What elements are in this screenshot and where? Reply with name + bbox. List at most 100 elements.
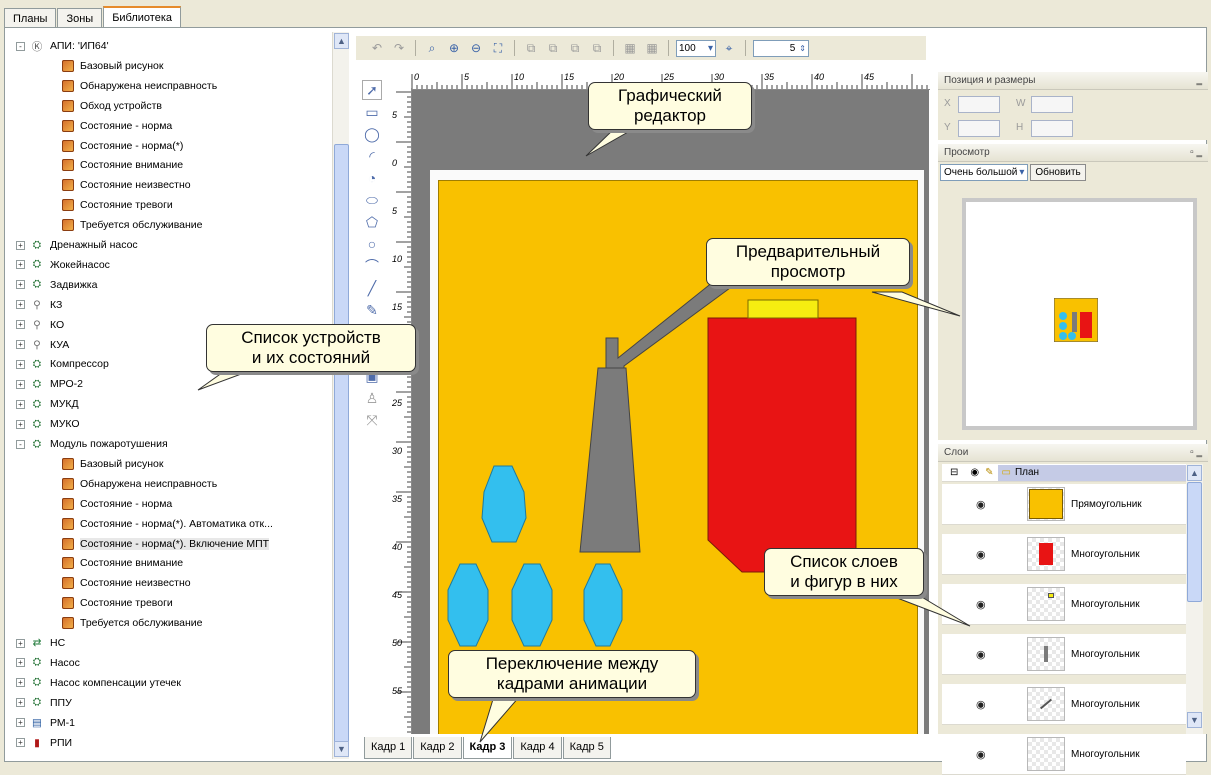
drop-shape[interactable] (481, 465, 527, 543)
preview-size-select[interactable]: Очень большой ▾ (940, 164, 1029, 181)
tree-state-item[interactable]: Состояние - норма(*). Включение МПТ (62, 534, 270, 554)
layer-group-header[interactable]: ▭ План (997, 464, 1186, 481)
x-field[interactable] (958, 96, 1000, 113)
tab-plans[interactable]: Планы (4, 8, 57, 28)
tree-device-item[interactable]: + ⛭ Насос (16, 653, 80, 673)
drawing-canvas[interactable] (412, 90, 929, 734)
zoom-out-icon[interactable]: ⊖ (467, 39, 485, 57)
expand-icon[interactable]: + (16, 300, 25, 310)
scroll-up-icon[interactable]: ▲ (1187, 465, 1202, 481)
tree-device-item[interactable]: + ⛭ Задвижка (16, 275, 97, 295)
line-tool-icon[interactable]: ╱ (362, 278, 382, 298)
tree-state-item[interactable]: Состояние неизвестно (62, 175, 191, 195)
expand-icon[interactable]: + (16, 718, 25, 728)
tree-state-item[interactable]: Состояние тревоги (62, 195, 173, 215)
collapse-group-icon[interactable]: ⊟ (950, 467, 958, 478)
tab-zones[interactable]: Зоны (57, 8, 103, 28)
frame-tab-3[interactable]: Кадр 3 (462, 737, 513, 759)
expand-icon[interactable]: + (16, 340, 25, 349)
nozzle-shape[interactable] (579, 367, 641, 553)
group-icon[interactable]: ▦ (621, 39, 639, 57)
drop-shape[interactable] (447, 563, 489, 647)
y-field[interactable] (958, 120, 1000, 137)
tree-device-item[interactable]: + ⛭ МУКД (16, 394, 79, 414)
arc-tool-icon[interactable]: ◜ (362, 146, 382, 166)
tree-state-item[interactable]: Состояние внимание (62, 155, 183, 175)
bring-forward-icon[interactable]: ⧉ (544, 39, 562, 57)
tree-state-item[interactable]: Обход устройств (62, 96, 162, 116)
layer-row[interactable]: ◉ Многоугольник (942, 584, 1186, 625)
tree-device-item[interactable]: + ⛭ Дренажный насос (16, 235, 138, 255)
expand-icon[interactable]: + (16, 419, 25, 429)
drop-shape[interactable] (511, 563, 553, 647)
eye-icon[interactable]: ◉ (976, 548, 986, 561)
redo-icon[interactable]: ↷ (390, 39, 408, 57)
pie-tool-icon[interactable]: ◔ (362, 168, 382, 188)
rectangle-tool-icon[interactable]: ▭ (362, 102, 382, 122)
tree-state-item[interactable]: Состояние - норма(*) (62, 136, 183, 156)
tree-scrollbar[interactable]: ▲ ▼ (332, 32, 349, 759)
layer-row[interactable]: ◉ Многоугольник (942, 634, 1186, 675)
tree-state-item[interactable]: Требуется обслуживание (62, 613, 203, 633)
scroll-down-icon[interactable]: ▼ (334, 741, 349, 757)
circle-tool-icon[interactable]: ○ (362, 234, 382, 254)
expand-icon[interactable]: + (16, 280, 25, 290)
pencil-icon[interactable]: ✎ (985, 467, 993, 478)
snap-icon[interactable]: ⌖ (720, 39, 738, 57)
eye-icon[interactable]: ◉ (976, 598, 986, 611)
frame-tab-5[interactable]: Кадр 5 (562, 737, 611, 759)
bring-front-icon[interactable]: ⧉ (522, 39, 540, 57)
cylinder-top-shape[interactable] (747, 299, 819, 319)
spin-arrows-icon[interactable]: ⇕ (799, 44, 806, 53)
tree-device-item[interactable]: + ⛭ МУКО (16, 414, 80, 434)
tree-state-item[interactable]: Состояние - норма (62, 494, 172, 514)
expand-icon[interactable]: + (16, 359, 25, 369)
tree-device-item[interactable]: + ⛭ Компрессор (16, 354, 109, 374)
expand-icon[interactable]: + (16, 678, 25, 688)
eye-icon[interactable]: ◉ (976, 748, 986, 761)
tree-device-item[interactable]: + ⛭ Жокейнасос (16, 255, 110, 275)
send-back-icon[interactable]: ⧉ (588, 39, 606, 57)
polyline-tool-icon[interactable]: ⌒ (362, 256, 382, 276)
panel-window-icon[interactable]: ▫ ‗ (1190, 147, 1202, 158)
expand-icon[interactable]: + (16, 638, 25, 648)
frame-tab-1[interactable]: Кадр 1 (364, 737, 413, 759)
ungroup-icon[interactable]: ▦ (643, 39, 661, 57)
pointer-icon[interactable]: ➚ (362, 80, 382, 100)
grid-spinner[interactable]: 5 ⇕ (753, 39, 809, 57)
tree-state-item[interactable]: Требуется обслуживание (62, 215, 203, 235)
tree-state-item[interactable]: Состояние внимание (62, 553, 183, 573)
fill-tool-icon[interactable]: ♙ (362, 388, 382, 408)
tab-library[interactable]: Библиотека (103, 6, 181, 28)
panel-window-icon[interactable]: ▫ ‗ (1190, 447, 1202, 458)
tree-state-item[interactable]: Обнаружена неисправность (62, 474, 217, 494)
layer-group-row[interactable]: ⊟ ◉ ✎ ▭ План (942, 464, 1186, 482)
refresh-button[interactable]: Обновить (1030, 164, 1086, 181)
expand-icon[interactable]: + (16, 379, 25, 389)
w-field[interactable] (1031, 96, 1073, 113)
eye-icon[interactable]: ◉ (976, 698, 986, 711)
tree-device-item[interactable]: + ⛭ Насос компенсации утечек (16, 673, 181, 693)
layer-row[interactable]: ◉ Многоугольник (942, 734, 1186, 775)
tree-device-item[interactable]: + ▮ РПИ (16, 733, 72, 753)
tree-state-item[interactable]: Обнаружена неисправность (62, 76, 217, 96)
eye-icon[interactable]: ◉ (970, 467, 979, 478)
ellipse-tool-icon[interactable]: ◯ (362, 124, 382, 144)
zoom-icon[interactable]: ⌕ (423, 39, 441, 57)
tree-state-item[interactable]: Состояние неизвестно (62, 573, 191, 593)
collapse-icon[interactable]: - (16, 439, 25, 449)
expand-icon[interactable]: + (16, 240, 25, 250)
eye-icon[interactable]: ◉ (976, 498, 986, 511)
tree-device-item[interactable]: + ⚲ КЗ (16, 295, 62, 315)
eye-icon[interactable]: ◉ (976, 648, 986, 661)
h-field[interactable] (1031, 120, 1073, 137)
tree-device-item[interactable]: + ⇄ НС (16, 633, 65, 653)
scroll-thumb[interactable] (1187, 482, 1202, 602)
expand-icon[interactable]: + (16, 320, 25, 330)
transform-tool-icon[interactable]: ⤧ (362, 410, 382, 430)
zoom-in-icon[interactable]: ⊕ (445, 39, 463, 57)
undo-icon[interactable]: ↶ (368, 39, 386, 57)
tree-device-item[interactable]: + ⛭ ППУ (16, 693, 72, 713)
polygon-tool-icon[interactable]: ⬠ (362, 212, 382, 232)
expand-icon[interactable]: + (16, 738, 25, 747)
